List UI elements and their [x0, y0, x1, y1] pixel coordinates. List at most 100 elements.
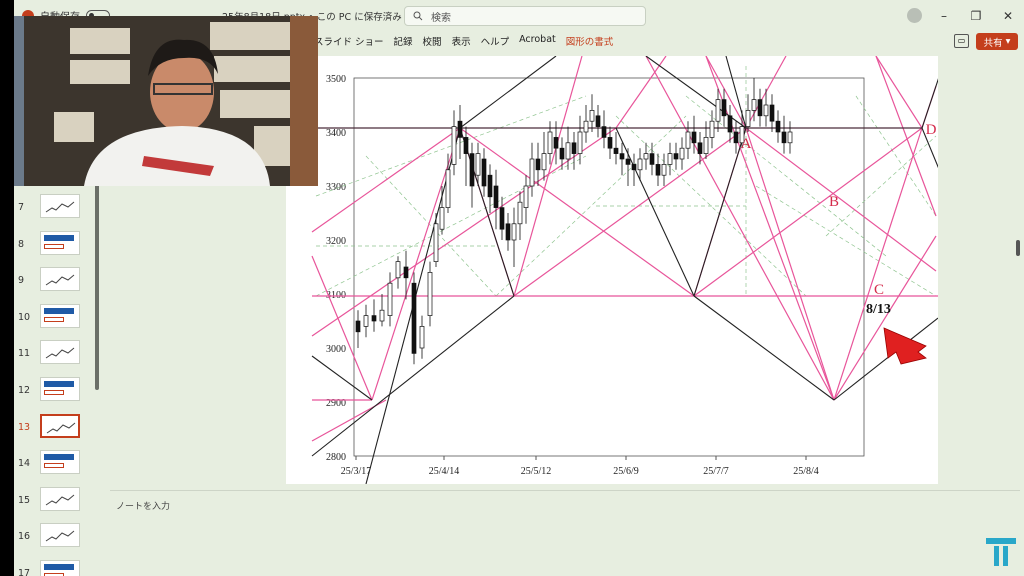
thumbnail-number: 15	[18, 494, 31, 506]
thumbnail-slide-7[interactable]: 7	[14, 194, 104, 230]
thumbnail-slide-11[interactable]: 11	[14, 340, 104, 376]
thumbnail-slide-16[interactable]: 16	[14, 523, 104, 559]
tab-acrobat[interactable]: Acrobat	[519, 34, 556, 52]
thumbnail-chart-icon	[45, 531, 75, 542]
candle-body	[607, 137, 613, 149]
y-tick-label: 3000	[326, 344, 346, 355]
account-avatar[interactable]	[907, 8, 922, 23]
thumbnail-banner	[44, 307, 74, 314]
tab-review[interactable]: 校閲	[423, 34, 442, 52]
search-placeholder: 検索	[431, 12, 451, 24]
candle-body	[541, 153, 547, 171]
candle-body	[595, 115, 601, 127]
thumbnail-slide-14[interactable]: 14	[14, 450, 104, 486]
thumbnail-slide-13[interactable]: 13	[14, 413, 104, 450]
chart-svg: 2800290030003100320033003400350025/3/17 2…	[311, 55, 947, 485]
candle-body	[613, 147, 619, 154]
share-button[interactable]: 共有 ▾	[976, 33, 1018, 50]
candle-body	[583, 120, 589, 133]
thumbnail-image[interactable]	[40, 194, 80, 218]
thumbnail-image[interactable]	[40, 523, 80, 548]
thumbnail-image[interactable]	[40, 303, 80, 328]
thumbnail-banner	[44, 454, 74, 461]
gann-line-magenta	[693, 127, 923, 297]
tab-slideshow[interactable]: スライド ショー	[314, 34, 384, 52]
thumbnail-slide-17[interactable]: 17	[14, 560, 104, 576]
candle-body	[757, 99, 763, 117]
thumbnail-image[interactable]	[40, 230, 80, 255]
thumbnail-banner	[44, 381, 74, 387]
candle-body	[433, 223, 439, 262]
guide-line	[315, 155, 587, 297]
gann-line-magenta	[371, 127, 461, 401]
gann-line-magenta	[745, 127, 937, 272]
thumbnail-image[interactable]	[40, 267, 80, 292]
candle-body	[697, 142, 703, 154]
candle-body	[703, 137, 709, 154]
tab-help[interactable]: ヘルプ	[481, 34, 510, 52]
thumbnail-image[interactable]	[40, 450, 80, 475]
candle-body	[751, 99, 757, 111]
thumbnail-slide-15[interactable]: 15	[14, 486, 104, 523]
thumbnail-slide-12[interactable]: 12	[14, 377, 104, 413]
minimize-icon[interactable]: –	[928, 9, 960, 23]
thumbnail-number: 8	[18, 238, 25, 250]
candle-body	[781, 131, 787, 144]
thumbnail-slide-10[interactable]: 10	[14, 303, 104, 340]
thumbnail-image[interactable]	[40, 377, 80, 401]
candle-body	[589, 110, 595, 122]
candle-body	[505, 223, 511, 241]
candle-body	[535, 158, 541, 171]
ribbon-tabs: スライド ショー 記録 校閲 表示 ヘルプ Acrobat 図形の書式	[314, 34, 613, 52]
thumbnail-number: 10	[18, 311, 31, 323]
thumbnail-image[interactable]	[40, 340, 80, 365]
gann-line-magenta	[311, 127, 617, 337]
candle-body	[787, 131, 793, 144]
search-box[interactable]: 検索	[404, 6, 646, 26]
point-label-d: D	[926, 122, 937, 138]
notes-placeholder: ノートを入力	[116, 502, 171, 512]
candle-body	[661, 164, 667, 176]
slide-scrollbar[interactable]	[1016, 240, 1020, 256]
thumbnail-slide-8[interactable]: 8	[14, 230, 104, 267]
point-label-b: B	[829, 194, 839, 210]
thumbnail-label-box	[44, 243, 64, 249]
restore-icon[interactable]: ❐	[960, 9, 992, 23]
thumbnail-banner	[44, 234, 74, 241]
guide-line	[315, 95, 587, 197]
candle-body	[463, 137, 469, 154]
thumbnail-number: 14	[18, 458, 31, 470]
thumbnail-slide-9[interactable]: 9	[14, 267, 104, 303]
candle-body	[469, 153, 475, 187]
thumbnail-chart-icon	[45, 494, 75, 506]
candle-body	[355, 320, 361, 333]
thumbnail-number: 12	[18, 385, 31, 396]
thumbnail-image[interactable]	[40, 486, 80, 511]
thumbnail-image[interactable]	[40, 413, 80, 438]
window-controls: – ❐ ✕	[928, 0, 1024, 32]
thumbnail-chart-icon	[46, 422, 76, 434]
share-label: 共有	[983, 37, 1003, 49]
close-icon[interactable]: ✕	[992, 9, 1024, 23]
thumbnail-image[interactable]	[40, 560, 80, 576]
candle-body	[673, 153, 679, 160]
thumbnail-label-box	[44, 316, 64, 322]
y-tick-label: 3200	[326, 236, 346, 247]
thumbnail-number: 16	[18, 531, 31, 543]
slide-canvas: 2800 2900 3000 3100 3200 3300 3400 3500 25/3/17 2…	[286, 55, 947, 485]
tab-shape-format[interactable]: 図形の書式	[566, 34, 614, 52]
tab-record[interactable]: 記録	[394, 34, 413, 52]
thumbnail-number: 11	[18, 348, 31, 360]
thumbnail-number: 9	[18, 275, 25, 287]
x-tick-label: 25/4/14	[429, 466, 460, 477]
comment-icon[interactable]: ▭	[954, 34, 969, 48]
candle-body	[559, 147, 565, 160]
tab-view[interactable]: 表示	[452, 34, 471, 52]
thumbnail-label-box	[44, 463, 64, 469]
notes-pane[interactable]: ノートを入力	[110, 490, 1020, 576]
gann-line-magenta	[459, 127, 695, 297]
candle-body	[547, 131, 553, 154]
candle-body	[637, 158, 643, 171]
gann-line-black	[459, 55, 557, 129]
candle-body	[601, 126, 607, 138]
